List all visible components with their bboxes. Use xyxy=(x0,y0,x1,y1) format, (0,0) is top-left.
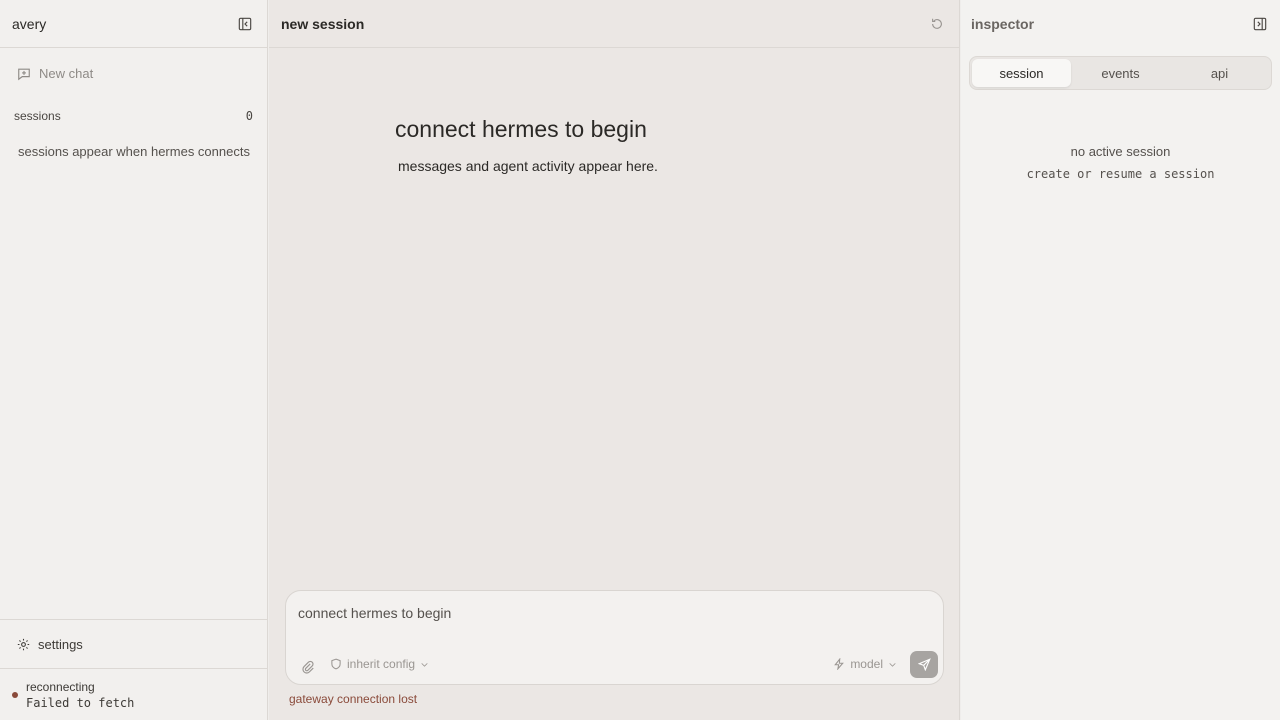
status-detail: Failed to fetch xyxy=(26,696,135,710)
empty-state-subtitle: messages and agent activity appear here. xyxy=(398,158,658,174)
lightning-icon xyxy=(834,658,845,670)
session-title: new session xyxy=(281,15,365,32)
sessions-count: 0 xyxy=(245,109,253,123)
sessions-empty-text: sessions appear when hermes connects xyxy=(18,144,250,159)
new-chat-button[interactable]: New chat xyxy=(17,66,93,81)
chat-header: new session xyxy=(269,0,959,48)
collapse-inspector-button[interactable] xyxy=(1250,14,1270,34)
sessions-label: sessions xyxy=(14,109,61,123)
status-dot xyxy=(12,692,18,698)
paperclip-icon xyxy=(302,660,314,674)
chevron-down-icon xyxy=(889,662,896,667)
attach-button[interactable] xyxy=(298,657,318,677)
send-icon xyxy=(917,658,931,671)
sessions-header: sessions 0 xyxy=(14,109,253,123)
refresh-button[interactable] xyxy=(927,14,947,34)
chevron-down-icon xyxy=(421,662,428,667)
new-chat-icon xyxy=(18,68,30,80)
tab-session[interactable]: session xyxy=(972,59,1071,87)
send-button[interactable] xyxy=(910,651,938,678)
gear-icon xyxy=(17,638,30,651)
new-chat-label: New chat xyxy=(39,66,94,81)
tab-events[interactable]: events xyxy=(1071,59,1170,87)
inspector-empty-title: no active session xyxy=(1070,144,1171,159)
settings-button[interactable]: settings xyxy=(0,619,267,669)
connection-warning: gateway connection lost xyxy=(289,692,418,706)
refresh-icon xyxy=(932,18,942,29)
inspector-tabs: session events api xyxy=(969,56,1272,90)
tab-api[interactable]: api xyxy=(1170,59,1269,87)
shield-icon xyxy=(331,658,341,670)
empty-state-title: connect hermes to begin xyxy=(395,116,647,142)
sidebar-collapse-icon xyxy=(238,17,252,30)
connection-status: reconnecting Failed to fetch xyxy=(0,668,267,720)
config-label: inherit config xyxy=(347,657,416,671)
message-input[interactable]: connect hermes to begin xyxy=(298,605,451,621)
panel-collapse-icon xyxy=(1253,17,1267,31)
model-select[interactable]: model xyxy=(833,657,897,671)
config-select[interactable]: inherit config xyxy=(330,657,429,671)
collapse-sidebar-button[interactable] xyxy=(235,14,255,34)
workspace-name: avery xyxy=(12,15,47,32)
status-title: reconnecting xyxy=(26,680,95,694)
inspector-empty-subtitle: create or resume a session xyxy=(1026,167,1215,181)
composer: connect hermes to begin inherit config m… xyxy=(285,590,944,685)
inspector-header: inspector xyxy=(961,0,1280,48)
chat-pane: new session connect hermes to begin mess… xyxy=(269,0,960,720)
sidebar-header: avery xyxy=(0,0,267,48)
inspector-title: inspector xyxy=(971,16,1035,32)
settings-label: settings xyxy=(38,637,83,652)
sidebar: avery New chat sessions 0 sessions appea… xyxy=(0,0,268,720)
model-label: model xyxy=(850,657,883,671)
inspector-panel: inspector session events api no active s… xyxy=(961,0,1280,720)
